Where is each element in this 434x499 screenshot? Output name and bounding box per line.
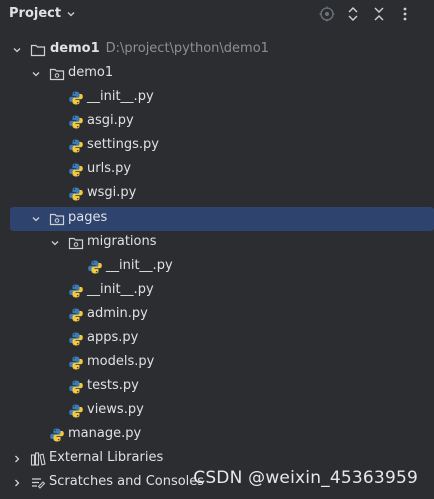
- file-name: __init__.py: [87, 89, 154, 104]
- file-name: admin.py: [87, 306, 148, 321]
- file-name: __init__.py: [87, 282, 154, 297]
- file-name: urls.py: [87, 161, 132, 176]
- python-file-icon: [69, 284, 83, 298]
- watermark-text: CSDN @weixin_45363959: [193, 468, 418, 488]
- tree-node-root-demo1[interactable]: demo1 D:\project\python\demo1: [10, 38, 434, 62]
- file-name: settings.py: [87, 137, 159, 152]
- tree-file[interactable]: models.py: [10, 351, 434, 375]
- tree-node-label: External Libraries: [49, 450, 164, 465]
- tree-file[interactable]: manage.py: [10, 423, 434, 447]
- tree-file[interactable]: settings.py: [10, 134, 434, 158]
- root-path: D:\project\python\demo1: [105, 41, 269, 56]
- scratches-icon: [32, 478, 46, 489]
- python-file-icon: [69, 404, 83, 418]
- library-icon: [30, 452, 46, 466]
- package-folder-icon: [49, 68, 65, 81]
- chevron-down-icon[interactable]: [31, 69, 41, 79]
- tree-node-label: demo1 D:\project\python\demo1: [50, 41, 269, 56]
- file-name: __init__.py: [106, 258, 173, 273]
- project-view-selector[interactable]: Project: [9, 6, 76, 21]
- collapse-all-icon[interactable]: [371, 6, 387, 22]
- python-file-icon: [69, 308, 83, 322]
- tree-file[interactable]: __init__.py: [10, 255, 434, 279]
- expand-all-icon[interactable]: [345, 6, 361, 22]
- python-file-icon: [50, 428, 64, 442]
- file-name: views.py: [87, 402, 144, 417]
- python-file-icon: [69, 139, 83, 153]
- tree-file[interactable]: urls.py: [10, 158, 434, 182]
- tree-file[interactable]: __init__.py: [10, 86, 434, 110]
- tree-node-demo1-package[interactable]: demo1: [10, 62, 434, 86]
- file-name: apps.py: [87, 330, 139, 345]
- tree-node-label: pages: [68, 210, 108, 225]
- chevron-right-icon[interactable]: [12, 478, 22, 488]
- python-file-icon: [69, 380, 83, 394]
- target-icon[interactable]: [319, 6, 335, 22]
- file-name: wsgi.py: [87, 185, 137, 200]
- file-name: manage.py: [68, 426, 142, 441]
- python-file-icon: [69, 163, 83, 177]
- project-tool-window: Project demo1 D:\project\python\demo1 de…: [0, 0, 434, 499]
- tree-file[interactable]: wsgi.py: [10, 182, 434, 206]
- tree-node-label: Scratches and Consoles: [49, 474, 205, 489]
- file-name: asgi.py: [87, 113, 134, 128]
- tree-node-migrations-package[interactable]: migrations: [10, 231, 434, 255]
- chevron-down-icon[interactable]: [50, 238, 60, 248]
- chevron-right-icon[interactable]: [12, 454, 22, 464]
- folder-icon: [30, 44, 46, 57]
- chevron-down-icon[interactable]: [12, 45, 22, 55]
- tree-file[interactable]: apps.py: [10, 327, 434, 351]
- tree-node-label: migrations: [87, 234, 157, 249]
- root-name: demo1: [50, 41, 100, 56]
- file-name: models.py: [87, 354, 155, 369]
- file-name: tests.py: [87, 378, 139, 393]
- chevron-down-icon[interactable]: [31, 214, 41, 224]
- project-title: Project: [9, 6, 62, 21]
- python-file-icon: [69, 91, 83, 105]
- more-vert-icon[interactable]: [397, 6, 413, 22]
- package-folder-icon: [49, 213, 65, 226]
- chevron-down-icon: [67, 11, 75, 16]
- tree-node-label: demo1: [68, 65, 114, 80]
- tree-node-pages-package[interactable]: pages: [10, 207, 434, 231]
- project-header: Project: [0, 0, 434, 30]
- python-file-icon: [69, 115, 83, 129]
- python-file-icon: [69, 356, 83, 370]
- tree-file[interactable]: views.py: [10, 399, 434, 423]
- python-file-icon: [88, 260, 102, 274]
- tree-file[interactable]: __init__.py: [10, 279, 434, 303]
- package-folder-icon: [68, 237, 84, 250]
- tree-file[interactable]: tests.py: [10, 375, 434, 399]
- tree-file[interactable]: admin.py: [10, 303, 434, 327]
- tree-file[interactable]: asgi.py: [10, 110, 434, 134]
- python-file-icon: [69, 332, 83, 346]
- python-file-icon: [69, 187, 83, 201]
